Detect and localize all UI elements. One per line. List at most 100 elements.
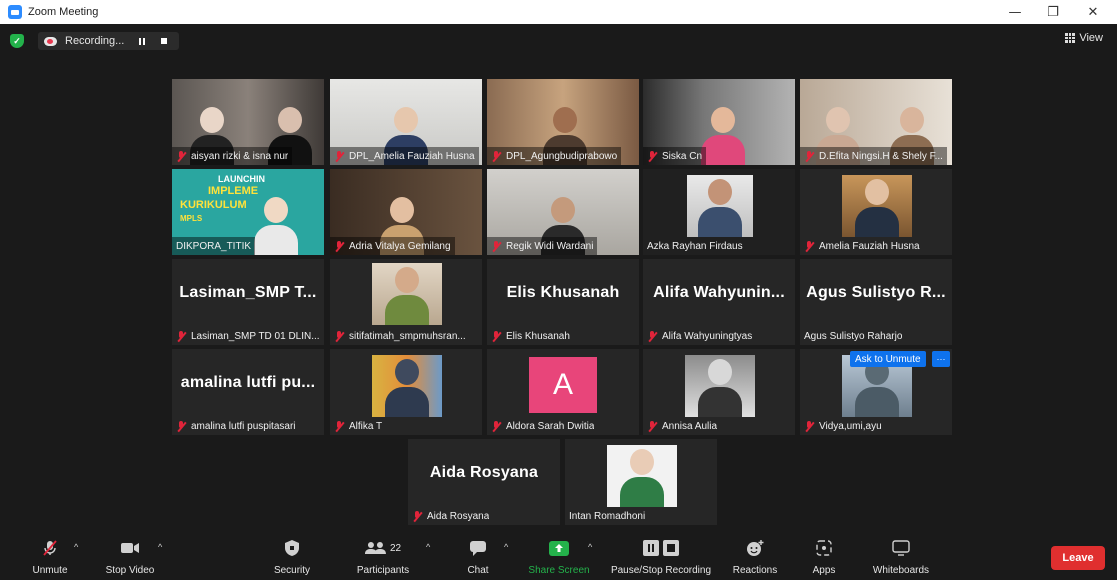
share-screen-label: Share Screen [528,565,590,576]
muted-mic-icon [491,330,501,342]
participant-tile[interactable]: LAUNCHIN IMPLEME KURIKULUM MPLS DIKPORA_… [172,169,324,255]
participant-name: DPL_Amelia Fauziah Husna [349,150,475,162]
recording-indicator: Recording... [38,32,179,50]
video-frame [372,263,442,325]
participant-tile-active-speaker[interactable]: Azka Rayhan Firdaus [643,169,795,255]
participant-name: aisyan rizki & isna nur [191,150,289,162]
reactions-label: Reactions [732,565,778,576]
participant-namebar: Lasiman_SMP TD 01 DLIN... [172,327,324,345]
participant-namebar: Aldora Sarah Dwitia [487,417,598,435]
participant-tile[interactable]: Elis Khusanah Elis Khusanah [487,259,639,345]
muted-mic-icon [647,150,657,162]
participant-namebar: Annisa Aulia [643,417,721,435]
security-label: Security [273,565,311,576]
participant-namebar: Alifa Wahyuningtyas [643,327,756,345]
whiteboards-button[interactable]: Whiteboards [866,534,936,580]
ask-to-unmute-button[interactable]: Ask to Unmute [850,351,926,367]
chat-options-caret[interactable]: ^ [504,542,508,552]
participant-namebar: Agus Sulistyo Raharjo [800,327,906,345]
share-options-caret[interactable]: ^ [588,542,592,552]
meeting-stage: ✓ Recording... View aisyan rizki & isna … [0,24,1117,534]
participant-tile[interactable]: Alfika T [330,349,482,435]
participant-namebar: D.Efita Ningsi.H & Shely F... [800,147,947,165]
view-button[interactable]: View [1065,32,1103,44]
participant-namebar: Vidya,umi,ayu [800,417,886,435]
more-options-button[interactable]: ··· [932,351,950,367]
participant-tile[interactable]: Amelia Fauziah Husna [800,169,952,255]
participant-tile[interactable]: Lasiman_SMP T... Lasiman_SMP TD 01 DLIN.… [172,259,324,345]
video-frame [685,355,755,417]
reactions-button[interactable]: Reactions [728,534,782,580]
unmute-button[interactable]: Unmute [22,534,78,580]
whiteboard-icon [892,540,910,556]
participant-namebar: aisyan rizki & isna nur [172,147,293,165]
participant-tile[interactable]: Agus Sulistyo R... Agus Sulistyo Raharjo [800,259,952,345]
participant-namebar: Alfika T [330,417,386,435]
participant-tile[interactable]: D.Efita Ningsi.H & Shely F... [800,79,952,165]
participant-tile[interactable]: DPL_Agungbudiprabowo [487,79,639,165]
participant-tile[interactable]: Siska Cn [643,79,795,165]
participant-name: Adria Vitalya Gemilang [349,240,451,252]
encryption-shield-icon[interactable]: ✓ [10,34,24,48]
pause-recording-button[interactable] [133,33,151,49]
apps-button[interactable]: Apps [806,534,842,580]
stop-video-button[interactable]: Stop Video [100,534,160,580]
banner-text: IMPLEME [208,185,259,197]
participant-tile[interactable]: Ask to Unmute ··· Vidya,umi,ayu [800,349,952,435]
grid-view-icon [1065,33,1076,43]
muted-mic-icon [176,150,186,162]
participant-tile[interactable]: A Aldora Sarah Dwitia [487,349,639,435]
window-title: Zoom Meeting [28,6,99,18]
participant-display-name: Aida Rosyana [429,464,539,481]
participant-name: D.Efita Ningsi.H & Shely F... [819,150,943,162]
participants-options-caret[interactable]: ^ [426,542,430,552]
participant-name: Amelia Fauziah Husna [819,240,920,252]
participant-namebar: DIKPORA_TITIK [172,237,256,255]
window-titlebar: Zoom Meeting — ❐ ✕ [0,0,1117,24]
stop-recording-button[interactable] [155,33,173,49]
banner-text: MPLS [180,214,203,223]
minimize-button[interactable]: — [997,0,1033,24]
pause-stop-recording-label: Pause/Stop Recording [610,565,712,576]
participant-tile[interactable]: Alifa Wahyunin... Alifa Wahyuningtyas [643,259,795,345]
security-button[interactable]: Security [266,534,318,580]
participant-tile[interactable]: Intan Romadhoni [565,439,717,525]
participant-name: Intan Romadhoni [569,510,646,522]
share-screen-button[interactable]: Share Screen [526,534,592,580]
participant-tile[interactable]: Annisa Aulia [643,349,795,435]
participant-tile[interactable]: sitifatimah_smpmuhsran... [330,259,482,345]
audio-options-caret[interactable]: ^ [74,542,78,552]
muted-mic-icon [334,420,344,432]
participant-tile[interactable]: DPL_Amelia Fauziah Husna [330,79,482,165]
close-button[interactable]: ✕ [1075,0,1111,24]
participant-tile[interactable]: Aida Rosyana Aida Rosyana [408,439,560,525]
participant-namebar: Intan Romadhoni [565,507,649,525]
participant-name: DPL_Agungbudiprabowo [506,150,618,162]
leave-button[interactable]: Leave [1051,546,1105,570]
participant-tile[interactable]: Adria Vitalya Gemilang [330,169,482,255]
apps-icon [816,540,832,556]
video-frame [372,355,442,417]
restore-button[interactable]: ❐ [1035,0,1071,24]
participant-namebar: Siska Cn [643,147,707,165]
person-figure [385,353,429,417]
chat-button[interactable]: Chat [460,534,496,580]
meeting-toolbar: Unmute ^ Stop Video ^ Security 22 Partic… [0,534,1117,580]
participant-tile[interactable]: aisyan rizki & isna nur [172,79,324,165]
banner-text: KURIKULUM [180,199,247,211]
video-options-caret[interactable]: ^ [158,542,162,552]
participant-namebar: DPL_Agungbudiprabowo [487,147,622,165]
participant-name: Alfika T [349,420,383,432]
whiteboards-label: Whiteboards [872,565,930,576]
participant-namebar: sitifatimah_smpmuhsran... [330,327,470,345]
participant-display-name: Agus Sulistyo R... [806,284,946,301]
participant-tile[interactable]: amalina lutfi pu... amalina lutfi puspit… [172,349,324,435]
participant-name: Elis Khusanah [506,330,570,342]
participants-button[interactable]: 22 Participants [350,534,416,580]
pause-stop-recording-button[interactable]: Pause/Stop Recording [606,534,716,580]
participant-name: DIKPORA_TITIK [176,240,252,252]
participant-name: sitifatimah_smpmuhsran... [349,330,466,342]
participant-tile[interactable]: Regik Widi Wardani [487,169,639,255]
participant-name: Aida Rosyana [427,510,490,522]
person-figure [698,173,742,237]
